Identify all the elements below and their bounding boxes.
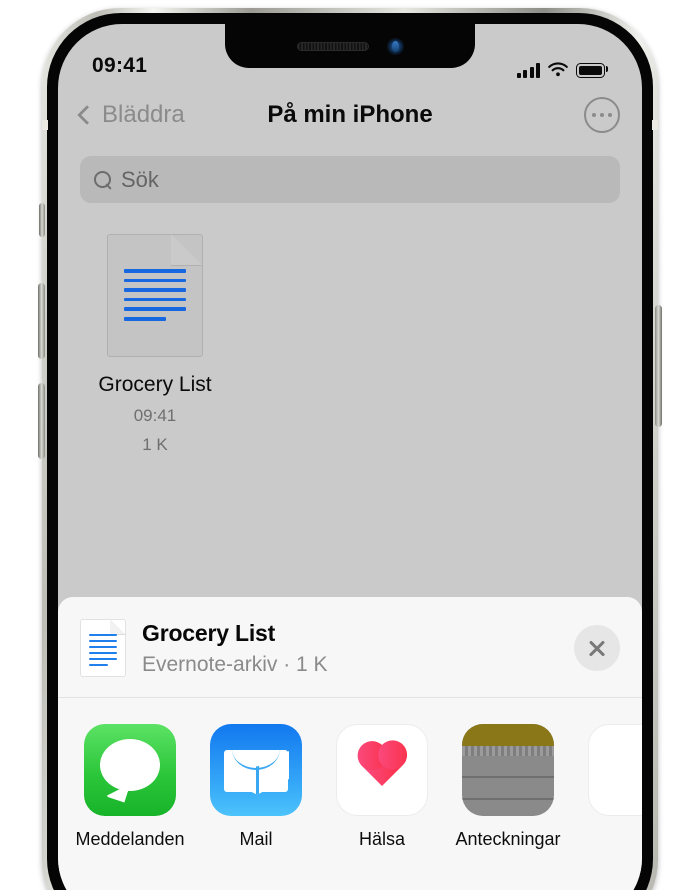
search-icon <box>94 171 111 188</box>
share-sheet-header: Grocery List Evernote-arkiv · 1 K <box>58 597 642 697</box>
status-bar-time: 09:41 <box>92 54 148 77</box>
file-time: 09:41 <box>133 406 177 425</box>
search-input[interactable]: Sök <box>80 156 620 203</box>
page-fold-corner <box>110 619 126 635</box>
share-target-label: Anteckningar <box>455 829 561 849</box>
cellular-bars-icon <box>516 63 540 78</box>
antenna-band-right <box>652 120 658 130</box>
partial-app-icon <box>588 724 642 816</box>
status-bar: 09:41 <box>58 24 642 86</box>
battery-full-icon <box>576 63 608 78</box>
close-button[interactable] <box>574 625 620 671</box>
share-sheet: Grocery List Evernote-arkiv · 1 K Meddel… <box>58 597 642 890</box>
share-sheet-title: Grocery List <box>142 619 276 646</box>
side-power-button[interactable] <box>655 305 662 427</box>
health-app-icon <box>336 724 428 816</box>
file-name: Grocery List <box>98 373 212 396</box>
mail-app-icon <box>210 724 302 816</box>
file-item[interactable]: Grocery List 09:41 1 K <box>80 234 230 455</box>
chevron-left-icon <box>77 105 97 125</box>
document-icon <box>107 234 203 357</box>
phone-screen: 09:41 Bläddra På min iPhone Sök Grocery … <box>58 24 642 890</box>
mute-switch-button[interactable] <box>39 203 45 237</box>
share-target-messages[interactable]: Meddelanden <box>75 724 185 850</box>
share-target-mail[interactable]: Mail <box>210 724 302 850</box>
screenshot-stage: 09:41 Bläddra På min iPhone Sök Grocery … <box>0 0 700 890</box>
file-grid: Grocery List 09:41 1 K <box>58 234 642 455</box>
share-target-label: Hälsa <box>358 829 406 849</box>
page-fold-corner <box>171 234 203 266</box>
notes-app-icon <box>462 724 554 816</box>
navigation-bar: Bläddra På min iPhone <box>58 86 642 144</box>
search-bar-container: Sök <box>58 156 642 203</box>
share-sheet-text: Grocery List Evernote-arkiv · 1 K <box>142 620 574 677</box>
back-button[interactable]: Bläddra <box>77 101 185 129</box>
share-target-health[interactable]: Hälsa <box>336 724 428 850</box>
document-lines <box>124 269 186 321</box>
document-icon <box>80 619 126 677</box>
share-target-label: Meddelanden <box>75 829 185 849</box>
volume-down-button[interactable] <box>38 383 45 459</box>
wifi-icon <box>548 62 568 77</box>
more-options-button[interactable] <box>584 97 620 133</box>
share-app-row: Meddelanden Mail Hälsa Anteckningar <box>58 698 642 850</box>
antenna-band-left <box>42 120 48 130</box>
search-placeholder: Sök <box>121 166 159 192</box>
file-size: 1 K <box>142 435 168 454</box>
volume-up-button[interactable] <box>38 283 45 359</box>
share-sheet-subtitle: Evernote-arkiv · 1 K <box>142 652 328 676</box>
share-target-label: Mail <box>239 829 273 849</box>
back-button-label: Bläddra <box>102 101 185 128</box>
messages-app-icon <box>84 724 176 816</box>
share-target-partial[interactable] <box>588 724 642 816</box>
status-bar-indicators <box>516 62 608 78</box>
share-target-notes[interactable]: Anteckningar <box>455 724 561 850</box>
